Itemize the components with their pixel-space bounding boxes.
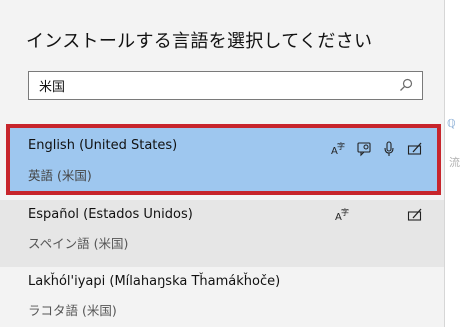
- install-language-dialog: インストールする言語を選択してください English (United Stat…: [0, 0, 445, 327]
- background-text-fragment: 流: [449, 156, 460, 169]
- search-box[interactable]: [28, 71, 423, 100]
- background-settings-icon: ℚ: [447, 117, 456, 130]
- language-native-name: ラコタ語 (米国): [28, 303, 117, 318]
- language-name: Español (Estados Unidos): [28, 207, 193, 222]
- svg-text:字: 字: [341, 207, 349, 217]
- list-item-lakota-us[interactable]: Lakȟól'iyapi (Míl​ahaŋska Tȟamákȟoče) ラコ…: [0, 267, 444, 327]
- speech-recognition-icon: [381, 141, 397, 157]
- list-item-english-us[interactable]: English (United States) 英語 (米国) A 字: [6, 124, 441, 195]
- list-item-spanish-us[interactable]: Español (Estados Unidos) スペイン語 (米国) A 字: [0, 200, 444, 267]
- search-icon[interactable]: [399, 78, 413, 92]
- language-native-name: 英語 (米国): [28, 168, 92, 183]
- search-input[interactable]: [29, 72, 389, 99]
- handwriting-icon: [407, 207, 423, 223]
- svg-text:字: 字: [337, 141, 345, 151]
- language-name: English (United States): [28, 138, 178, 153]
- handwriting-icon: [407, 141, 423, 157]
- text-to-speech-icon: [356, 141, 372, 157]
- language-native-name: スペイン語 (米国): [28, 236, 129, 251]
- language-name: Lakȟól'iyapi (Míl​ahaŋska Tȟamákȟoče): [28, 274, 281, 289]
- language-pack-icon: A 字: [334, 207, 350, 223]
- language-pack-icon: A 字: [330, 141, 346, 157]
- dialog-title: インストールする言語を選択してください: [26, 31, 373, 52]
